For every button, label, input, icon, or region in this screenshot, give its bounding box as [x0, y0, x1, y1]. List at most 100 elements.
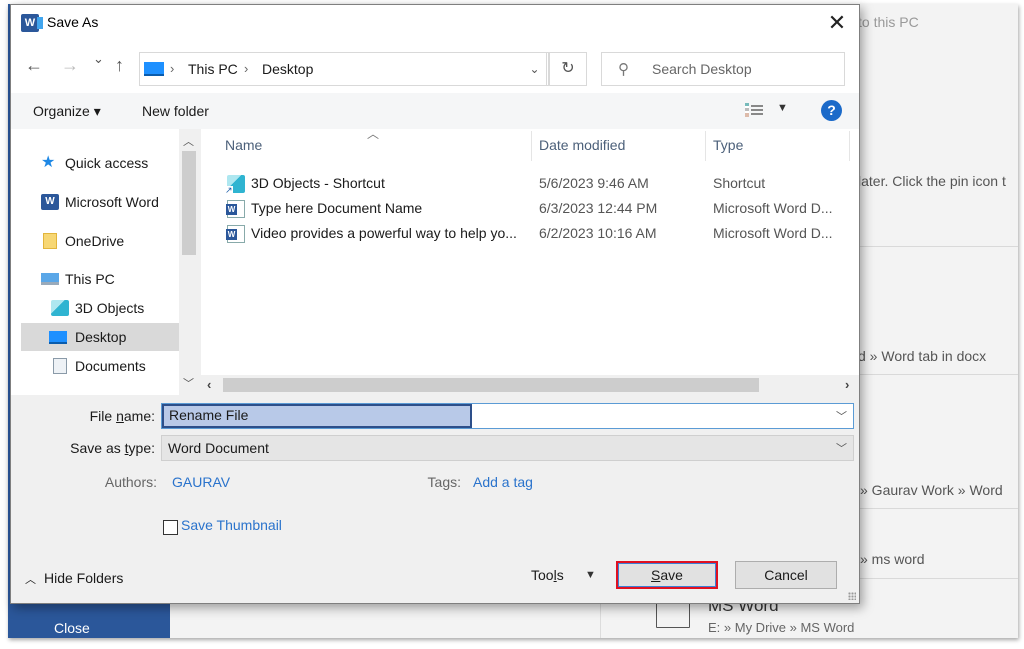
column-separator[interactable] [531, 131, 532, 161]
file-list-horizontal-scrollbar[interactable]: ‹ › [201, 375, 859, 395]
backstage-recent-path[interactable]: d » Word tab in docx [858, 348, 986, 364]
scrollbar-thumb[interactable] [223, 378, 759, 392]
word-doc-icon [226, 225, 245, 243]
breadcrumb-separator: › [170, 61, 175, 76]
backstage-recent-path[interactable]: » ms word [860, 551, 925, 567]
save-as-type-select[interactable]: Word Document ﹀ [161, 435, 854, 461]
folder-icon [43, 233, 57, 249]
file-name: Video provides a powerful way to help yo… [251, 225, 517, 241]
star-icon: ★ [41, 154, 56, 171]
word-doc-icon [226, 200, 245, 218]
file-name: 3D Objects - Shortcut [251, 175, 385, 191]
file-type: Microsoft Word D... [713, 200, 833, 216]
3d-objects-icon [51, 300, 69, 316]
tools-menu-button[interactable]: Tools [531, 567, 564, 583]
breadcrumb-this-pc[interactable]: This PC [188, 61, 238, 77]
backstage-text: later. Click the pin icon t [858, 173, 1006, 189]
breadcrumb-separator: › [244, 61, 249, 76]
recent-locations-icon[interactable]: ⌄ [93, 51, 104, 67]
column-separator[interactable] [705, 131, 706, 161]
file-row[interactable]: Type here Document Name 6/3/2023 12:44 P… [221, 197, 841, 221]
new-folder-button[interactable]: New folder [142, 103, 209, 119]
tree-item-this-pc[interactable]: This PC [33, 265, 179, 293]
sort-ascending-icon: ︿ [367, 127, 380, 141]
cancel-button[interactable]: Cancel [735, 561, 837, 589]
view-options-icon[interactable] [745, 103, 763, 117]
word-icon: W [41, 194, 59, 210]
folder-icon [655, 595, 690, 628]
column-header-name[interactable]: Name [225, 137, 262, 153]
tree-item-documents[interactable]: Documents [33, 352, 179, 380]
tree-item-label: Quick access [65, 155, 149, 171]
backstage-close-link[interactable]: Close [54, 620, 90, 636]
column-header-date-modified[interactable]: Date modified [539, 137, 625, 153]
up-arrow-icon[interactable]: ↑ [115, 55, 124, 76]
scroll-down-icon[interactable]: ﹀ [183, 375, 194, 391]
desktop-icon [49, 331, 67, 344]
file-row[interactable]: 3D Objects - Shortcut 5/6/2023 9:46 AM S… [221, 172, 841, 196]
tree-item-label: OneDrive [65, 233, 125, 249]
file-type: Shortcut [713, 175, 766, 191]
file-row[interactable]: Video provides a powerful way to help yo… [221, 222, 841, 246]
tree-item-onedrive[interactable]: OneDrive [33, 227, 179, 255]
scroll-right-icon[interactable]: › [845, 377, 849, 392]
save-as-type-value: Word Document [168, 440, 269, 456]
column-separator[interactable] [849, 131, 850, 161]
authors-label: Authors: [104, 474, 157, 490]
forward-arrow-icon[interactable]: → [61, 55, 79, 76]
search-placeholder: Search Desktop [652, 61, 752, 77]
word-app-icon: W [21, 14, 43, 32]
desktop-icon [144, 62, 164, 76]
authors-value[interactable]: GAURAV [172, 474, 230, 490]
navigation-pane: ★ Quick access W Microsoft Word OneDrive… [11, 129, 199, 395]
save-thumbnail-checkbox[interactable] [163, 520, 178, 535]
tree-item-microsoft-word[interactable]: W Microsoft Word [33, 188, 179, 216]
save-as-dialog: W Save As ✕ ← → ⌄ ↑ › This PC › Desktop … [10, 4, 860, 604]
refresh-icon[interactable]: ↻ [549, 52, 587, 86]
address-bar[interactable]: › This PC › Desktop [139, 52, 547, 86]
hide-folders-button[interactable]: ︿ Hide Folders [25, 570, 123, 587]
tree-item-label: Documents [75, 358, 146, 374]
save-as-type-label: Save as type: [70, 440, 155, 456]
chevron-up-icon: ︿ [25, 574, 36, 586]
title-bar: W Save As ✕ [11, 5, 859, 41]
navigation-pane-scrollbar[interactable]: ︿ ﹀ [179, 129, 199, 395]
resize-grip-icon[interactable] [848, 592, 856, 600]
close-button[interactable]: ✕ [823, 9, 851, 37]
tools-caret-icon[interactable]: ▼ [585, 569, 596, 581]
scroll-left-icon[interactable]: ‹ [207, 377, 211, 392]
tree-item-label: Desktop [75, 329, 127, 345]
file-name-dropdown-chevron-icon[interactable]: ﹀ [836, 408, 847, 424]
organize-button[interactable]: Organize ▾ [33, 103, 101, 120]
column-header-type[interactable]: Type [713, 137, 743, 153]
backstage-recent-path[interactable]: » Gaurav Work » Word [860, 482, 1003, 498]
file-name-input[interactable]: Rename File ﹀ [161, 403, 854, 429]
search-icon: ⚲ [618, 61, 629, 78]
backstage-folder-path: E: » My Drive » MS Word [708, 620, 855, 635]
add-tag-link[interactable]: Add a tag [473, 474, 533, 490]
view-dropdown-caret-icon[interactable]: ▼ [777, 102, 788, 114]
save-button[interactable]: Save [616, 561, 718, 589]
tree-item-desktop[interactable]: Desktop [21, 323, 179, 351]
tree-item-label: This PC [65, 271, 115, 287]
save-thumbnail-label[interactable]: Save Thumbnail [181, 517, 282, 533]
address-dropdown-chevron-icon[interactable]: ⌄ [521, 52, 549, 86]
navigation-bar: ← → ⌄ ↑ › This PC › Desktop ⌄ ↻ ⚲ Search… [11, 41, 859, 93]
documents-icon [53, 358, 67, 374]
file-name: Type here Document Name [251, 200, 423, 216]
tree-item-label: 3D Objects [75, 300, 145, 316]
back-arrow-icon[interactable]: ← [25, 55, 43, 76]
tree-item-quick-access[interactable]: ★ Quick access [33, 149, 179, 177]
backstage-text: to this PC [858, 14, 919, 30]
breadcrumb-desktop[interactable]: Desktop [262, 61, 313, 77]
help-icon[interactable]: ? [821, 100, 842, 121]
search-input[interactable]: ⚲ Search Desktop [601, 52, 845, 86]
file-date: 6/2/2023 10:16 AM [539, 225, 657, 241]
scrollbar-thumb[interactable] [182, 151, 196, 255]
scroll-up-icon[interactable]: ︿ [183, 133, 194, 149]
file-type: Microsoft Word D... [713, 225, 833, 241]
save-as-type-chevron-icon: ﹀ [836, 443, 847, 455]
tree-item-3d-objects[interactable]: 3D Objects [33, 294, 179, 322]
dialog-title: Save As [47, 14, 99, 30]
computer-icon [41, 273, 59, 285]
